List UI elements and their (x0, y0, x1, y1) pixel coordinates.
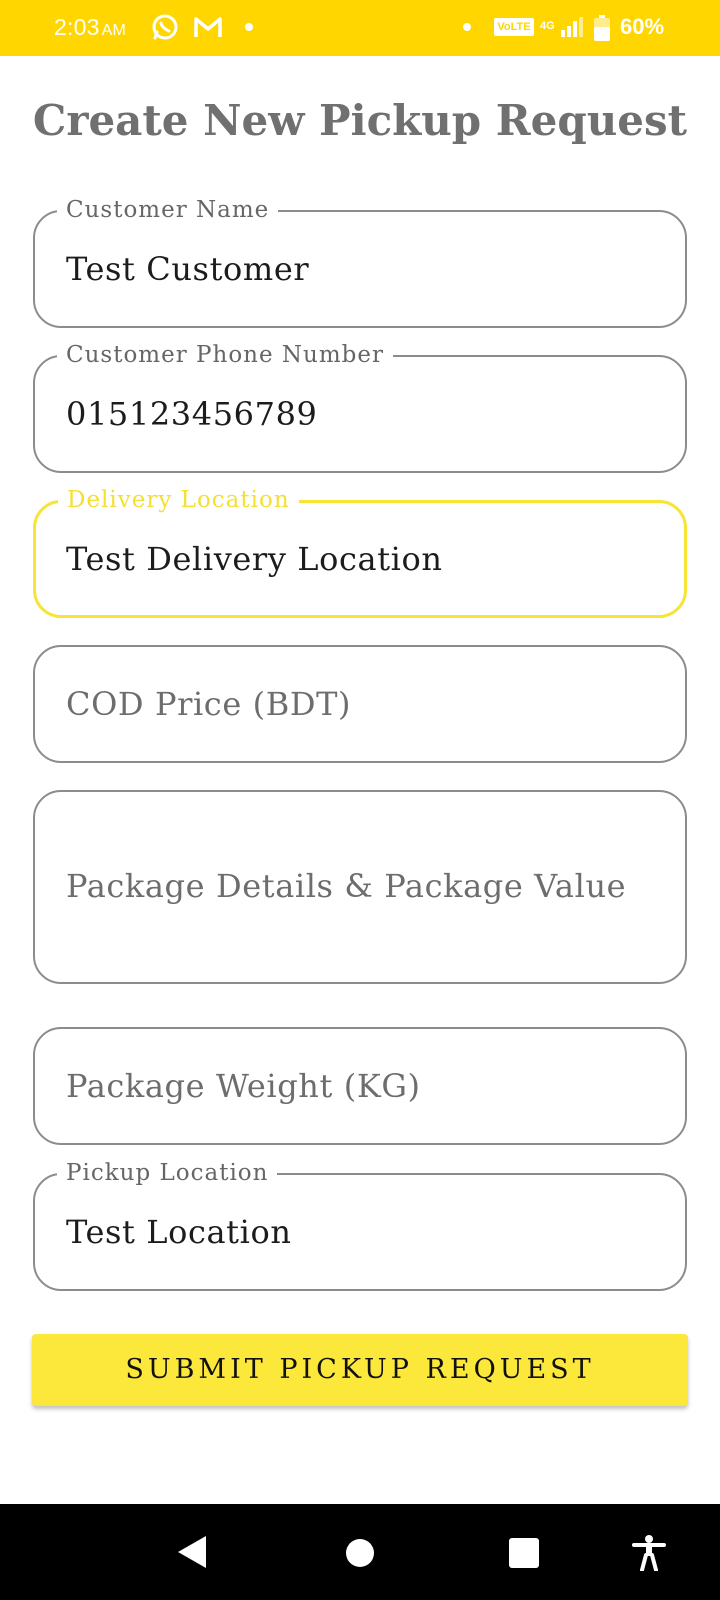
status-time-ampm: AM (101, 22, 126, 39)
battery-icon (594, 15, 610, 41)
back-icon[interactable] (176, 1534, 208, 1570)
pickup-location-label: Pickup Location (57, 1160, 278, 1186)
customer-name-field[interactable]: Customer Name Test Customer (33, 197, 687, 328)
gmail-icon (194, 17, 222, 37)
whatsapp-icon (152, 14, 178, 40)
home-icon[interactable] (345, 1538, 375, 1568)
signal-icon (561, 17, 583, 37)
page-title: Create New Pickup Request (32, 96, 688, 145)
submit-pickup-request-button[interactable]: SUBMIT PICKUP REQUEST (32, 1334, 688, 1406)
recents-icon[interactable] (509, 1538, 539, 1568)
accessibility-icon[interactable] (632, 1535, 666, 1571)
package-weight-field[interactable]: Package Weight (KG) (33, 1027, 687, 1145)
cod-price-placeholder[interactable]: COD Price (BDT) (66, 685, 351, 723)
customer-name-value[interactable]: Test Customer (66, 250, 309, 288)
navigation-bar (0, 1504, 720, 1600)
delivery-location-field[interactable]: Delivery Location Test Delivery Location (33, 487, 687, 618)
network-type: 4G (540, 20, 555, 32)
pickup-location-field[interactable]: Pickup Location Test Location (33, 1160, 687, 1291)
status-time: 2:03 AM (54, 14, 126, 41)
status-bar: 2:03 AM VoLTE 4G 60% (0, 0, 720, 56)
status-time-value: 2:03 (54, 14, 100, 40)
volte-badge: VoLTE (494, 18, 534, 36)
notification-dot-icon (245, 23, 253, 31)
customer-phone-field[interactable]: Customer Phone Number 015123456789 (33, 342, 687, 473)
pickup-location-value[interactable]: Test Location (66, 1213, 292, 1251)
package-weight-placeholder[interactable]: Package Weight (KG) (66, 1067, 421, 1105)
status-dot-icon (463, 23, 471, 31)
delivery-location-value[interactable]: Test Delivery Location (66, 540, 443, 578)
customer-name-label: Customer Name (57, 197, 279, 223)
customer-phone-label: Customer Phone Number (57, 342, 393, 368)
battery-percent: 60% (620, 14, 665, 39)
package-details-field[interactable]: Package Details & Package Value (33, 790, 687, 984)
delivery-location-label: Delivery Location (58, 487, 299, 513)
customer-phone-value[interactable]: 015123456789 (66, 395, 318, 433)
package-details-placeholder[interactable]: Package Details & Package Value (66, 867, 626, 905)
cod-price-field[interactable]: COD Price (BDT) (33, 645, 687, 763)
